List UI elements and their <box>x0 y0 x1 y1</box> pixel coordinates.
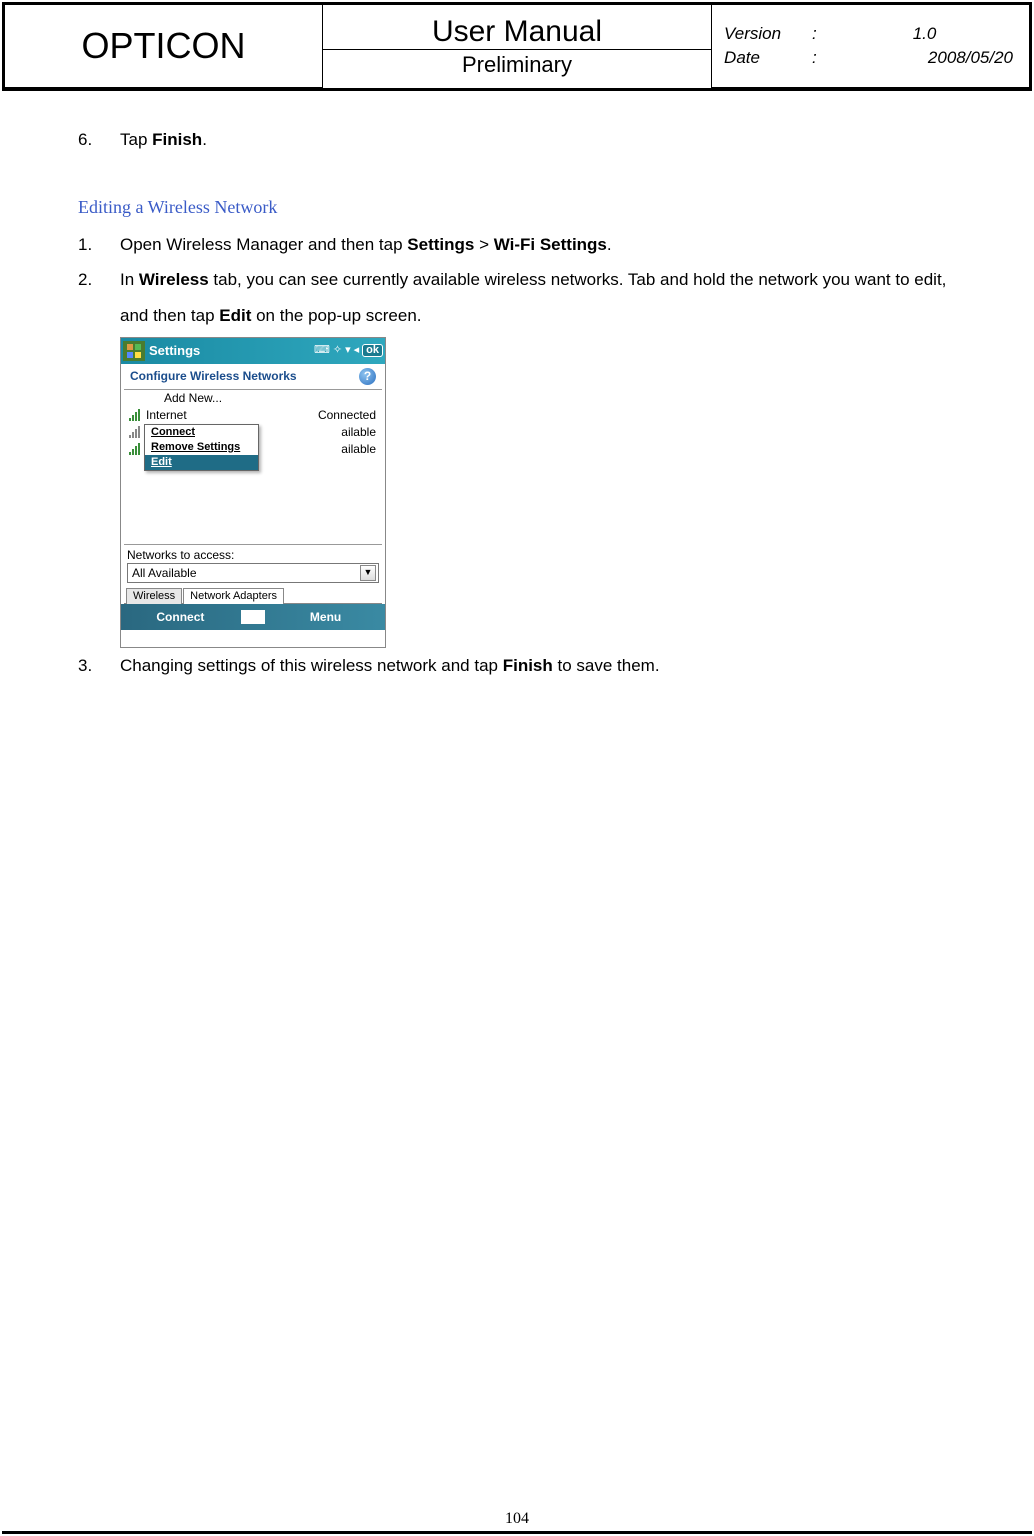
date-row: Date : 2008/05/20 <box>712 46 1029 70</box>
network-name: Internet <box>146 409 318 421</box>
tab-bar: Wireless Network Adapters <box>124 587 382 604</box>
softkey-bar: Connect Menu <box>121 604 385 630</box>
signal-icon[interactable]: ▾ <box>345 345 351 356</box>
network-status: Connected <box>318 409 376 421</box>
step-text: Changing settings of this wireless netwo… <box>120 648 956 684</box>
panel-header: Configure Wireless Networks ? <box>124 364 382 390</box>
step-2: 2. In Wireless tab, you can see currentl… <box>78 262 956 647</box>
network-status: ailable <box>341 426 376 438</box>
panel-title: Configure Wireless Networks <box>130 370 297 382</box>
step-number: 3. <box>78 648 98 684</box>
menu-item-connect[interactable]: Connect <box>145 425 258 440</box>
document-body: 6. Tap Finish. Editing a Wireless Networ… <box>0 93 1034 684</box>
chevron-down-icon[interactable]: ▼ <box>360 565 376 581</box>
window-title: Settings <box>149 344 310 357</box>
date-label: Date <box>724 48 812 68</box>
titlebar-status-icons: ⌨ ✧ ▾ ◂ ok <box>314 344 383 357</box>
version-label: Version <box>724 24 812 44</box>
volume-icon[interactable]: ◂ <box>354 345 360 356</box>
networks-access-dropdown[interactable]: All Available ▼ <box>127 563 379 583</box>
start-icon[interactable] <box>123 341 145 361</box>
version-value: 1.0 <box>832 24 1017 44</box>
context-menu: Connect Remove Settings Edit <box>144 424 259 471</box>
add-new-item[interactable]: Add New... <box>124 390 382 407</box>
signal-strength-secured-icon <box>129 443 143 455</box>
sip-keyboard-icon[interactable] <box>240 610 266 624</box>
signal-strength-icon <box>129 409 143 421</box>
step-text: In Wireless tab, you can see currently a… <box>120 262 956 647</box>
page-number: 104 <box>0 1510 1034 1528</box>
meta-separator: : <box>812 24 832 44</box>
window-titlebar: Settings ⌨ ✧ ▾ ◂ ok <box>121 338 385 364</box>
company-name: OPTICON <box>5 5 322 87</box>
keyboard-indicator-icon[interactable]: ⌨ <box>314 345 330 356</box>
networks-access-label: Networks to access: <box>121 545 385 561</box>
date-value: 2008/05/20 <box>832 48 1017 68</box>
step-6: 6. Tap Finish. <box>78 123 956 156</box>
section-heading: Editing a Wireless Network <box>78 190 956 225</box>
step-text: Open Wireless Manager and then tap Setti… <box>120 227 956 263</box>
dropdown-value: All Available <box>132 567 197 579</box>
meta-separator: : <box>812 48 832 68</box>
ok-button[interactable]: ok <box>362 344 383 357</box>
connectivity-icon[interactable]: ✧ <box>333 345 342 356</box>
softkey-menu[interactable]: Menu <box>266 611 385 623</box>
embedded-screenshot: Settings ⌨ ✧ ▾ ◂ ok Configure Wireless N… <box>120 337 386 648</box>
doc-subtitle: Preliminary <box>323 50 711 80</box>
softkey-connect[interactable]: Connect <box>121 611 240 623</box>
network-status: ailable <box>341 443 376 455</box>
signal-strength-icon <box>129 426 143 438</box>
network-row[interactable]: Internet Connected <box>124 407 382 424</box>
tab-network-adapters[interactable]: Network Adapters <box>183 588 284 604</box>
step-number: 6. <box>78 123 98 156</box>
step-1: 1. Open Wireless Manager and then tap Se… <box>78 227 956 263</box>
tab-wireless[interactable]: Wireless <box>126 588 182 604</box>
network-list: Add New... Internet Connected ailable <box>124 390 382 545</box>
step-3: 3. Changing settings of this wireless ne… <box>78 648 956 684</box>
version-row: Version : 1.0 <box>712 22 1029 46</box>
step-text: Tap Finish. <box>120 123 207 156</box>
step-number: 2. <box>78 262 98 647</box>
step-number: 1. <box>78 227 98 263</box>
help-icon[interactable]: ? <box>359 368 376 385</box>
menu-item-edit[interactable]: Edit <box>145 455 258 470</box>
header-table: OPTICON User Manual Preliminary Version … <box>5 5 1029 88</box>
doc-title: User Manual <box>323 13 711 50</box>
menu-item-remove-settings[interactable]: Remove Settings <box>145 440 258 455</box>
